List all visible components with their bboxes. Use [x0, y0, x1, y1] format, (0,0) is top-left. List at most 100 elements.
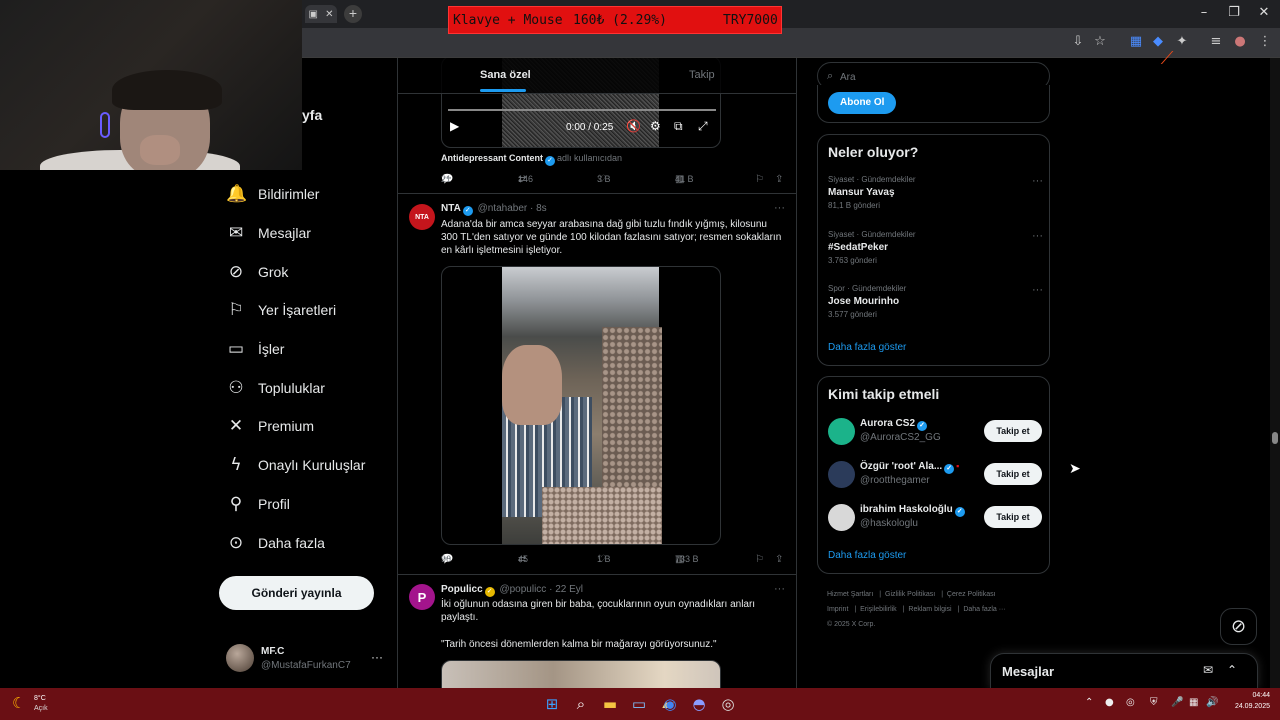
tray-shield-icon[interactable]: ⛨	[1150, 697, 1158, 708]
avatar[interactable]	[828, 461, 855, 488]
sidebar-item-onaylı-kuruluşlar[interactable]: ϟ Onaylı Kuruluşlar	[226, 451, 365, 479]
bookmark-star-icon[interactable]: ☆	[1091, 34, 1109, 49]
sidebar-item-grok[interactable]: ⊘ Grok	[226, 258, 288, 286]
footer-link[interactable]: Imprint	[827, 606, 848, 613]
sidebar-item-mesajlar[interactable]: ✉ Mesajlar	[226, 219, 311, 247]
tweet[interactable]: P Populicc ✓ @populicc · 22 Eyl ··· İki o…	[398, 575, 796, 688]
sidebar-item-bildirimler[interactable]: 🔔 Bildirimler	[226, 180, 319, 208]
sidebar-item-daha-fazla[interactable]: ⊙ Daha fazla	[226, 529, 325, 557]
footer-link[interactable]: Daha fazla ···	[963, 606, 1005, 613]
microphone-icon[interactable]: 🎤	[1171, 697, 1183, 708]
search-icon[interactable]: ⌕	[571, 694, 591, 714]
follow-button[interactable]: Takip et	[984, 420, 1042, 442]
subscribe-button[interactable]: Abone Ol	[828, 92, 897, 114]
volume-icon[interactable]: 🔊	[1206, 697, 1218, 708]
search-input[interactable]	[840, 67, 1040, 87]
bookmark-icon: ⚐	[228, 300, 244, 320]
steam-icon[interactable]: ◎	[718, 694, 738, 714]
tab-following[interactable]: Takip	[689, 69, 715, 81]
sidebar-item-profil[interactable]: ⚲ Profil	[226, 490, 290, 518]
trend-item[interactable]: Spor · Gündemdekiler Jose Mourinho 3.577…	[828, 284, 1043, 328]
footer-link[interactable]: Reklam bilgisi	[908, 606, 951, 613]
expand-chevron-icon[interactable]: ⌃	[1227, 663, 1237, 677]
stream-goal-banner: Klavye + Mouse 160₺ (2.29%) TRY7000	[448, 6, 782, 34]
grok-button[interactable]: ⊘	[1220, 608, 1257, 645]
extension-icon[interactable]: ▦	[1127, 34, 1145, 49]
windows-start-icon[interactable]: ⊞	[542, 694, 562, 714]
avatar[interactable]: P	[409, 584, 435, 610]
tweet-media-video[interactable]	[441, 266, 721, 545]
more-icon[interactable]: ···	[371, 650, 383, 664]
sidebar-item-label: Bildirimler	[258, 186, 320, 202]
follow-button[interactable]: Takip et	[984, 506, 1042, 528]
show-more-link[interactable]: Daha fazla göster	[828, 550, 906, 561]
trend-item[interactable]: Siyaset · Gündemdekiler Mansur Yavaş 81,…	[828, 175, 1043, 219]
network-icon[interactable]: ▦	[1189, 697, 1198, 708]
scrollbar-thumb[interactable]	[1272, 432, 1278, 444]
extensions-puzzle-icon[interactable]: ✦	[1173, 34, 1191, 49]
more-icon[interactable]: ···	[1032, 284, 1043, 296]
avatar[interactable]	[828, 504, 855, 531]
shield-extension-icon[interactable]: ◆	[1149, 34, 1167, 49]
follow-button[interactable]: Takip et	[984, 463, 1042, 485]
follow-suggestion[interactable]: Aurora CS2 ✓ @AuroraCS2_GG Takip et	[828, 416, 1042, 448]
post-button[interactable]: Gönderi yayınla	[219, 576, 374, 610]
discord-icon[interactable]: ◓	[689, 694, 709, 714]
file-explorer-icon[interactable]: ▬	[600, 694, 620, 714]
footer-link[interactable]: Erişilebilirlik	[860, 606, 897, 613]
media-control-icon[interactable]: ≡	[1207, 34, 1225, 49]
video-source[interactable]: Antidepressant Content ✓ adlı kullanıcıdan	[441, 153, 622, 166]
profile-avatar-icon[interactable]: ●	[1231, 34, 1249, 49]
sidebar-item-yer-i-şaretleri[interactable]: ⚐ Yer İşaretleri	[226, 296, 336, 324]
follow-suggestion[interactable]: Özgür 'root' Ala... ✓ ▪ @rootthegamer Taki…	[828, 459, 1042, 491]
tray-app-icon[interactable]: ●	[1105, 697, 1114, 708]
tab-for-you[interactable]: Sana özel	[480, 69, 531, 81]
sidebar-item-i-şler[interactable]: ▭ İşler	[226, 335, 284, 363]
mute-icon[interactable]: 🔇	[626, 119, 641, 133]
task-view-icon[interactable]: ▭	[629, 694, 649, 714]
footer-link[interactable]: Hizmet Şartları	[827, 591, 873, 598]
follow-suggestion[interactable]: ibrahim Haskoloğlu ✓ @haskologlu Takip et	[828, 502, 1042, 534]
install-app-icon[interactable]: ⇩	[1069, 34, 1087, 49]
trend-item[interactable]: Siyaset · Gündemdekiler #SedatPeker 3.76…	[828, 230, 1043, 274]
chrome-icon[interactable]: ◉	[660, 694, 680, 714]
tweet-media-image[interactable]	[441, 660, 721, 688]
tweet-header: NTA ✓ @ntahaber · 8s	[441, 203, 547, 216]
account-switcher[interactable]: MF.C @MustafaFurkanC7 ···	[226, 644, 386, 674]
footer-link[interactable]: Çerez Politikası	[947, 591, 996, 598]
more-icon[interactable]: ···	[1032, 175, 1043, 187]
tray-steam-icon[interactable]: ◎	[1126, 697, 1135, 708]
tweet[interactable]: NTA NTA ✓ @ntahaber · 8s ··· Adana'da bir…	[398, 194, 796, 575]
more-icon[interactable]: ···	[1032, 230, 1043, 242]
settings-gear-icon[interactable]: ⚙	[650, 119, 661, 133]
footer-link[interactable]: Gizlilik Politikası	[885, 591, 935, 598]
verified-badge-icon: ✓	[545, 156, 556, 166]
avatar[interactable]: NTA	[409, 204, 435, 230]
new-tab-button[interactable]: +	[344, 5, 362, 23]
person-icon: ⚲	[229, 494, 243, 514]
more-icon[interactable]: ···	[774, 583, 785, 595]
tray-chevron-icon[interactable]: ⌃	[1085, 697, 1093, 708]
minimize-icon[interactable]: –	[1192, 5, 1216, 20]
sidebar-item-premium[interactable]: ✕ Premium	[226, 412, 314, 440]
more-icon[interactable]: ···	[774, 202, 785, 214]
messages-drawer[interactable]: Mesajlar ✉ ⌃	[990, 653, 1258, 689]
close-window-icon[interactable]: ✕	[1252, 5, 1276, 20]
video-progress-bar[interactable]	[448, 109, 716, 111]
verified-badge-icon: ✓	[917, 421, 928, 431]
fullscreen-icon[interactable]: ⤢	[698, 119, 708, 134]
show-more-link[interactable]: Daha fazla göster	[828, 342, 906, 353]
browser-menu-icon[interactable]: ⋮	[1256, 34, 1274, 49]
page-scrollbar[interactable]	[1270, 58, 1280, 688]
tab-close-icon[interactable]: ✕	[325, 9, 333, 20]
new-message-icon[interactable]: ✉	[1203, 663, 1213, 677]
browser-tab[interactable]: ▣ ✕	[305, 5, 337, 23]
mouse-cursor-icon: ➤	[1069, 461, 1081, 477]
sidebar-item-topluluklar[interactable]: ⚇ Topluluklar	[226, 374, 325, 402]
system-clock[interactable]: 04:44 24.09.2025	[1222, 692, 1270, 710]
play-icon[interactable]: ▶	[450, 119, 459, 133]
maximize-icon[interactable]: ❐	[1222, 5, 1246, 20]
avatar[interactable]	[828, 418, 855, 445]
share-icon: ⇪	[775, 174, 784, 185]
pip-icon[interactable]: ⧉	[674, 119, 683, 134]
